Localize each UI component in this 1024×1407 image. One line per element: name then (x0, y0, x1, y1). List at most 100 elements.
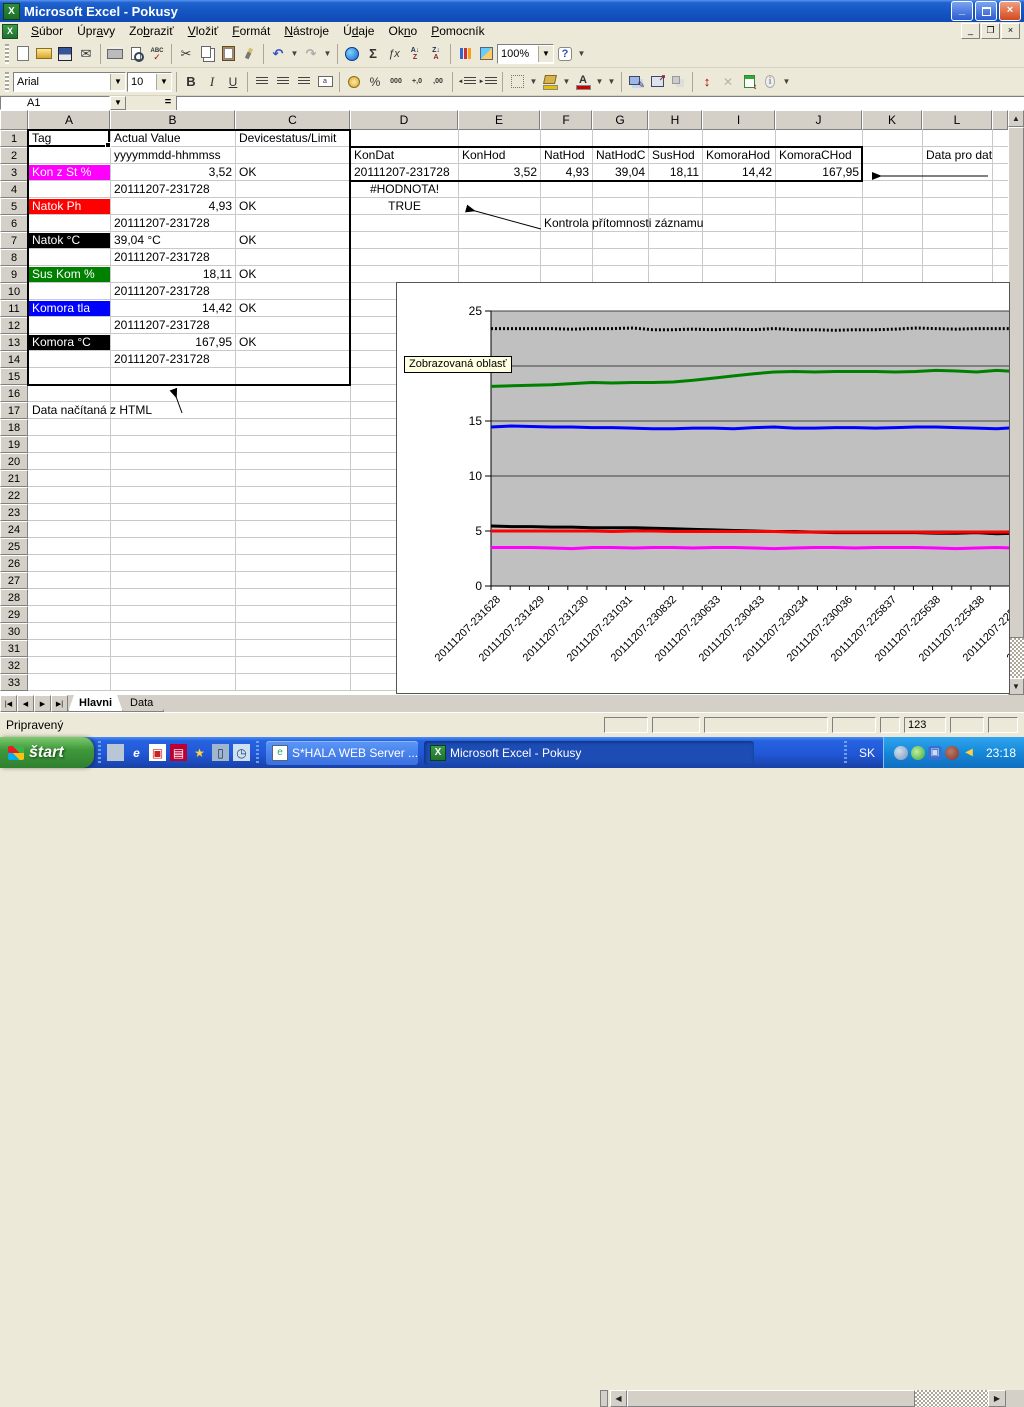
name-box[interactable]: A1 (0, 96, 110, 110)
cell-A9[interactable]: Sus Kom % (29, 267, 110, 282)
row-header-24[interactable]: 24 (0, 521, 28, 538)
tab-last-icon[interactable]: ▶| (51, 695, 68, 712)
toolbar-grip[interactable] (5, 72, 9, 92)
row-header-27[interactable]: 27 (0, 572, 28, 589)
cut-icon[interactable] (176, 44, 196, 64)
addin-info-icon[interactable] (760, 72, 780, 92)
cell-J3[interactable]: 167,95 (776, 165, 862, 180)
media-icon[interactable]: ▣ (149, 744, 166, 761)
addin-1-icon[interactable] (626, 72, 646, 92)
row-header-30[interactable]: 30 (0, 623, 28, 640)
hyperlink-icon[interactable] (342, 44, 362, 64)
vscroll-up-icon[interactable]: ▲ (1008, 110, 1024, 127)
minimize-button[interactable]: _ (951, 1, 973, 21)
addin-2-icon[interactable] (647, 72, 667, 92)
cell-D4[interactable]: #HODNOTA! (351, 182, 458, 197)
row-header-7[interactable]: 7 (0, 232, 28, 249)
cell-D3[interactable]: 20111207-231728 (351, 165, 458, 180)
italic-icon[interactable] (202, 72, 222, 92)
sort-desc-icon[interactable] (426, 44, 446, 64)
dropdown-arrow-icon[interactable]: ▼ (606, 72, 617, 92)
cell-C1[interactable]: Devicestatus/Limit (236, 131, 350, 146)
row-header-14[interactable]: 14 (0, 351, 28, 368)
cell-B14[interactable]: 20111207-231728 (111, 352, 235, 367)
cell-L2[interactable]: Data pro data (923, 148, 992, 163)
row-header-33[interactable]: 33 (0, 674, 28, 691)
menu-vložiť[interactable]: Vložiť (181, 23, 226, 39)
tray-network-icon[interactable]: ▣ (928, 746, 942, 760)
col-header-E[interactable]: E (458, 110, 540, 130)
hscroll-right-icon[interactable]: ▶ (988, 1390, 1006, 1407)
outlook-icon[interactable]: ◷ (233, 744, 250, 761)
addin-red-arrows-icon[interactable] (697, 72, 717, 92)
cell-C13[interactable]: OK (236, 335, 350, 350)
inc-indent-icon[interactable] (478, 72, 498, 92)
row-header-3[interactable]: 3 (0, 164, 28, 181)
active-cell-selection[interactable] (27, 129, 110, 147)
addin-3-icon[interactable] (668, 72, 688, 92)
cell-E3[interactable]: 3,52 (459, 165, 540, 180)
vscroll-down-icon[interactable]: ▼ (1008, 678, 1024, 695)
cell-B9[interactable]: 18,11 (111, 267, 235, 282)
fill-color-icon[interactable] (540, 72, 560, 92)
print-preview-icon[interactable] (126, 44, 146, 64)
align-left-icon[interactable] (252, 72, 272, 92)
cell-C11[interactable]: OK (236, 301, 350, 316)
combo-dropdown-icon[interactable]: ▼ (538, 46, 553, 62)
sheet-tab-data[interactable]: Data (119, 695, 164, 712)
thousand-icon[interactable] (386, 72, 406, 92)
tray-globe-icon[interactable] (894, 746, 908, 760)
font-size-combo[interactable]: 10▼ (127, 72, 172, 92)
dropdown-arrow-icon[interactable]: ▼ (576, 44, 587, 64)
cell-C9[interactable]: OK (236, 267, 350, 282)
cell-C3[interactable]: OK (236, 165, 350, 180)
redo-icon[interactable] (301, 44, 321, 64)
hscroll-thumb[interactable] (627, 1390, 915, 1407)
start-button[interactable]: štart (0, 737, 94, 768)
cell-B5[interactable]: 4,93 (111, 199, 235, 214)
name-box-dropdown-icon[interactable]: ▼ (110, 96, 126, 110)
cell-B11[interactable]: 14,42 (111, 301, 235, 316)
col-header-D[interactable]: D (350, 110, 458, 130)
menu-zobraziť[interactable]: Zobraziť (122, 23, 181, 39)
desktop-icon[interactable] (107, 744, 124, 761)
zoom-combo[interactable]: 100%▼ (497, 44, 554, 64)
cell-F6[interactable]: Kontrola přítomnosti záznamu (541, 216, 771, 231)
cell-F2[interactable]: NatHod (541, 148, 592, 163)
menu-údaje[interactable]: Údaje (336, 23, 381, 39)
vscroll-track[interactable] (1008, 638, 1024, 678)
mail-icon[interactable] (76, 44, 96, 64)
combo-dropdown-icon[interactable]: ▼ (110, 74, 125, 90)
cell-B8[interactable]: 20111207-231728 (111, 250, 235, 265)
print-icon[interactable] (105, 44, 125, 64)
row-header-11[interactable]: 11 (0, 300, 28, 317)
close-button[interactable]: × (999, 1, 1021, 21)
drawing-icon[interactable] (476, 44, 496, 64)
save-icon[interactable] (55, 44, 75, 64)
row-header-6[interactable]: 6 (0, 215, 28, 232)
row-header-25[interactable]: 25 (0, 538, 28, 555)
col-header-F[interactable]: F (540, 110, 592, 130)
cell-E2[interactable]: KonHod (459, 148, 540, 163)
workbook-close-button[interactable]: × (1001, 23, 1020, 39)
cell-B1[interactable]: Actual Value (111, 131, 235, 146)
row-header-22[interactable]: 22 (0, 487, 28, 504)
col-header-G[interactable]: G (592, 110, 648, 130)
tab-first-icon[interactable]: |◀ (0, 695, 17, 712)
format-painter-icon[interactable] (239, 44, 259, 64)
merge-center-icon[interactable] (315, 72, 335, 92)
cell-D5[interactable]: TRUE (351, 199, 458, 214)
cell-B7[interactable]: 39,04 °C (111, 233, 235, 248)
dec-decimal-icon[interactable] (428, 72, 448, 92)
paste-icon[interactable] (218, 44, 238, 64)
row-header-18[interactable]: 18 (0, 419, 28, 436)
hscroll-left-icon[interactable]: ◀ (610, 1390, 627, 1407)
percent-icon[interactable] (365, 72, 385, 92)
dropdown-arrow-icon[interactable]: ▼ (528, 72, 539, 92)
cell-A7[interactable]: Natok °C (29, 233, 110, 248)
row-header-4[interactable]: 4 (0, 181, 28, 198)
tab-next-icon[interactable]: ▶ (34, 695, 51, 712)
sheet-tab-hlavni[interactable]: Hlavni (68, 695, 123, 712)
clock[interactable]: 23:18 (982, 737, 1024, 768)
font-name-combo[interactable]: Arial▼ (13, 72, 126, 92)
